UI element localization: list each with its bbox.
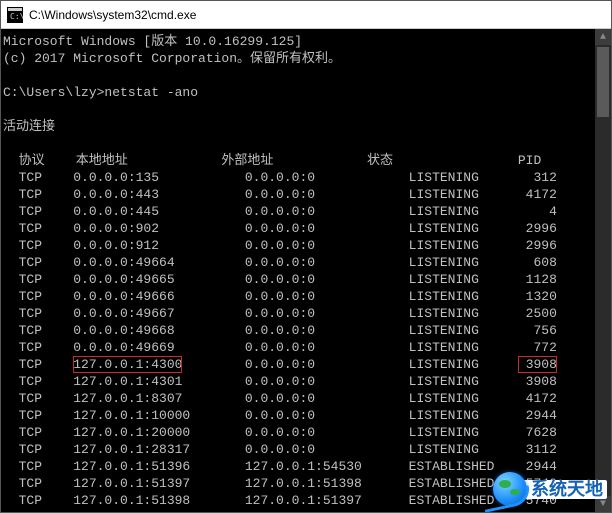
terminal-output[interactable]: Microsoft Windows [版本 10.0.16299.125] (c… [1,29,611,512]
svg-text:C:\: C:\ [10,12,23,21]
table-row: TCP 0.0.0.0:135 0.0.0.0:0 LISTENING 312 [3,169,609,186]
table-row: TCP 0.0.0.0:49665 0.0.0.0:0 LISTENING 11… [3,271,609,288]
table-row: TCP 0.0.0.0:902 0.0.0.0:0 LISTENING 2996 [3,220,609,237]
cmd-icon: C:\ [7,7,23,23]
blank-line [3,135,609,152]
table-row: TCP 0.0.0.0:445 0.0.0.0:0 LISTENING 4 [3,203,609,220]
table-row: TCP 0.0.0.0:49667 0.0.0.0:0 LISTENING 25… [3,305,609,322]
scroll-up-button[interactable]: ▲ [595,29,611,45]
table-row: TCP 0.0.0.0:49669 0.0.0.0:0 LISTENING 77… [3,339,609,356]
scrollbar[interactable]: ▲ ▼ [595,29,611,512]
table-row: TCP 127.0.0.1:54530 0.0.0.0:0 LISTENING … [3,509,609,512]
table-row: TCP 0.0.0.0:443 0.0.0.0:0 LISTENING 4172 [3,186,609,203]
watermark-text: 系统天地 [521,480,607,499]
watermark: 系统天地 [493,472,607,506]
netstat-rows: TCP 0.0.0.0:135 0.0.0.0:0 LISTENING 312 … [3,169,609,512]
prompt-command: netstat -ano [104,85,198,100]
banner-line-1: Microsoft Windows [版本 10.0.16299.125] [3,33,609,50]
prompt-line: C:\Users\lzy>netstat -ano [3,84,609,101]
table-row: TCP 127.0.0.1:8307 0.0.0.0:0 LISTENING 4… [3,390,609,407]
window-title: C:\Windows\system32\cmd.exe [29,8,196,22]
table-row: TCP 0.0.0.0:49668 0.0.0.0:0 LISTENING 75… [3,322,609,339]
blank-line [3,67,609,84]
table-row: TCP 127.0.0.1:4300 0.0.0.0:0 LISTENING 3… [3,356,609,373]
table-row: TCP 127.0.0.1:28317 0.0.0.0:0 LISTENING … [3,441,609,458]
highlighted-pid: 3908 [518,356,557,373]
highlighted-local-address: 127.0.0.1:4300 [73,356,182,373]
table-row: TCP 127.0.0.1:10000 0.0.0.0:0 LISTENING … [3,407,609,424]
globe-icon [493,472,527,506]
table-row: TCP 127.0.0.1:20000 0.0.0.0:0 LISTENING … [3,424,609,441]
table-row: TCP 0.0.0.0:912 0.0.0.0:0 LISTENING 2996 [3,237,609,254]
table-row: TCP 0.0.0.0:49666 0.0.0.0:0 LISTENING 13… [3,288,609,305]
table-row: TCP 0.0.0.0:49664 0.0.0.0:0 LISTENING 60… [3,254,609,271]
cmd-window: C:\ C:\Windows\system32\cmd.exe Microsof… [0,0,612,513]
title-bar[interactable]: C:\ C:\Windows\system32\cmd.exe [1,1,611,29]
blank-line [3,101,609,118]
prompt-cwd: C:\Users\lzy> [3,85,104,100]
column-headers: 协议 本地地址 外部地址 状态 PID [3,152,609,169]
banner-line-2: (c) 2017 Microsoft Corporation。保留所有权利。 [3,50,609,67]
section-title: 活动连接 [3,118,609,135]
table-row: TCP 127.0.0.1:4301 0.0.0.0:0 LISTENING 3… [3,373,609,390]
scroll-thumb[interactable] [597,47,609,117]
